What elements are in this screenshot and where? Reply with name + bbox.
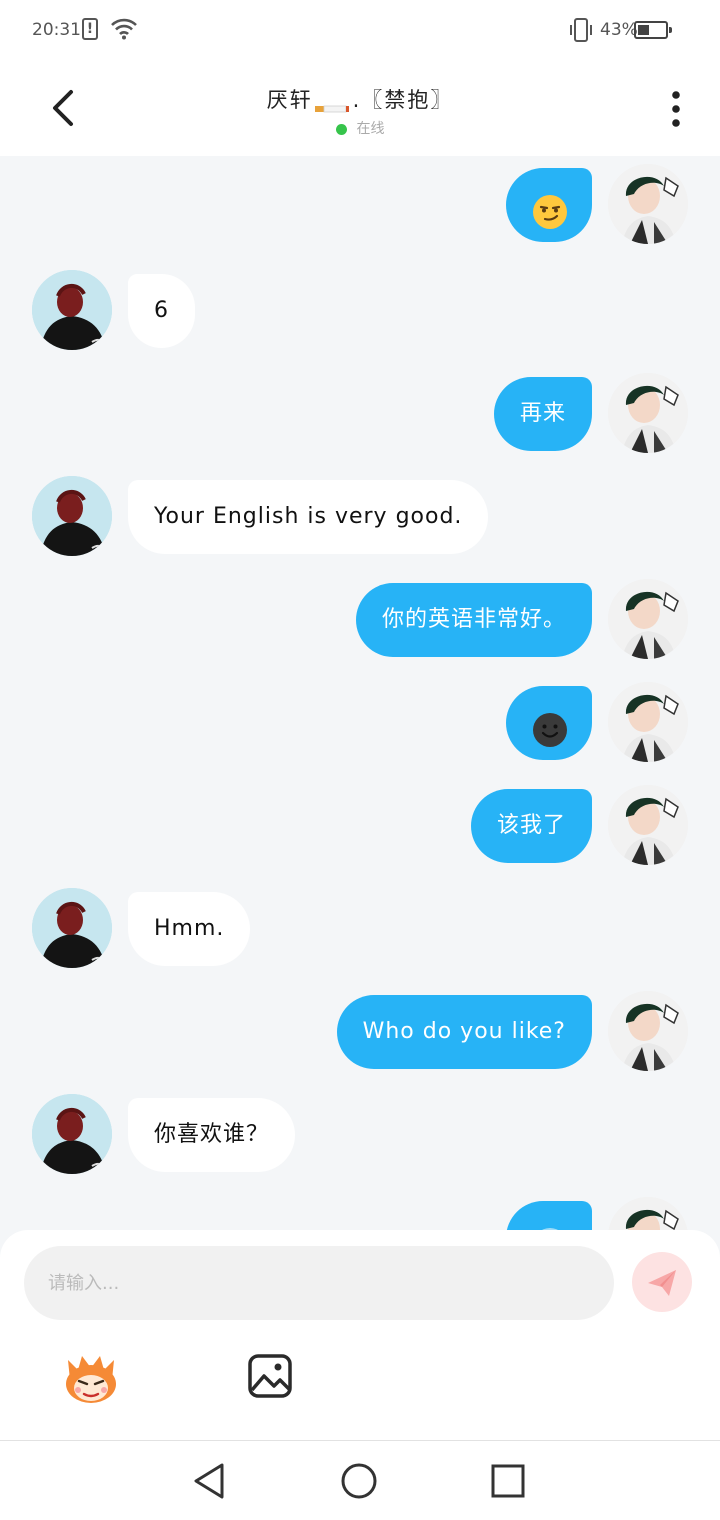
avatar[interactable] xyxy=(608,785,688,865)
message-row xyxy=(0,682,720,762)
message-bubble[interactable]: 6 xyxy=(128,274,195,348)
message-row: 6 xyxy=(0,270,720,350)
message-input[interactable] xyxy=(24,1246,614,1320)
message-row xyxy=(0,164,720,244)
sim-alert-icon: ! xyxy=(82,18,98,40)
send-button[interactable] xyxy=(632,1252,692,1312)
nav-back-icon[interactable] xyxy=(190,1461,230,1501)
dark-smiling-face-icon xyxy=(532,705,568,747)
nav-home-icon[interactable] xyxy=(339,1461,379,1501)
message-row: 你喜欢谁？ xyxy=(0,1094,720,1174)
online-status: 在线 xyxy=(0,118,720,138)
avatar[interactable] xyxy=(608,164,688,244)
message-row: Hmm. xyxy=(0,888,720,968)
online-dot-icon xyxy=(335,123,347,135)
message-row: Your English is very good. xyxy=(0,476,720,556)
image-icon[interactable] xyxy=(246,1352,294,1400)
avatar[interactable] xyxy=(608,579,688,659)
message-row: 你的英语非常好。 xyxy=(0,579,720,659)
message-bubble[interactable]: 你喜欢谁？ xyxy=(128,1098,296,1172)
message-row: 再来 xyxy=(0,373,720,453)
chat-header: 厌轩 .〖禁抱〗 在线 xyxy=(0,62,720,156)
avatar[interactable] xyxy=(32,1094,112,1174)
vibrate-icon xyxy=(570,18,592,42)
chat-messages[interactable]: 6 再来 Your English is very good. 你的英语非常好。… xyxy=(0,156,720,1230)
status-bar: 20:31 ! 43% xyxy=(0,0,720,62)
avatar[interactable] xyxy=(608,991,688,1071)
message-bubble[interactable]: 该我了 xyxy=(470,789,592,863)
message-bubble[interactable]: Who do you like? xyxy=(336,995,592,1069)
chat-title: 厌轩 .〖禁抱〗 xyxy=(0,84,720,114)
message-bubble[interactable]: Hmm. xyxy=(128,892,251,966)
avatar[interactable] xyxy=(608,1197,688,1230)
message-bubble[interactable]: 你的英语非常好。 xyxy=(355,583,592,657)
avatar[interactable] xyxy=(32,888,112,968)
avatar[interactable] xyxy=(32,476,112,556)
message-row: 该我了 xyxy=(0,785,720,865)
system-navigation-bar xyxy=(0,1440,720,1520)
contact-name: 厌轩 xyxy=(266,88,313,112)
partially-visible-emoji-icon xyxy=(532,1220,568,1230)
message-composer xyxy=(0,1230,720,1440)
battery-percent: 43% xyxy=(600,20,638,40)
message-bubble[interactable] xyxy=(506,1201,592,1230)
avatar[interactable] xyxy=(608,682,688,762)
message-row: Who do you like? xyxy=(0,991,720,1071)
avatar[interactable] xyxy=(608,373,688,453)
message-bubble[interactable] xyxy=(506,168,592,242)
message-row xyxy=(0,1197,720,1230)
sticker-face-icon[interactable] xyxy=(60,1350,122,1406)
nav-recents-icon[interactable] xyxy=(488,1461,528,1501)
battery-icon xyxy=(634,21,672,39)
contact-name-suffix: .〖禁抱〗 xyxy=(352,88,454,112)
message-bubble[interactable]: 再来 xyxy=(493,377,592,451)
smirking-face-icon xyxy=(532,187,568,229)
more-options-icon[interactable] xyxy=(660,88,692,130)
wifi-icon xyxy=(111,18,137,40)
paper-plane-icon xyxy=(648,1270,676,1296)
message-bubble[interactable] xyxy=(506,686,592,760)
avatar[interactable] xyxy=(32,270,112,350)
clock: 20:31 xyxy=(32,20,81,40)
message-bubble[interactable]: Your English is very good. xyxy=(128,480,489,554)
cigarette-emoji-icon xyxy=(314,95,351,113)
